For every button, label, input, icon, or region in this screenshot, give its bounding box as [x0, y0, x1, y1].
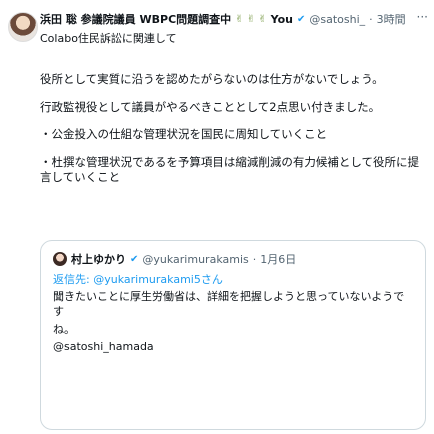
tweet: 浜田 聡 参議院議員 WBPC問題調査中 ✌ ✌ ✌ You ✔ @satosh…	[0, 0, 434, 434]
tweet-text: 役所として実質に沿うを認めたがらないのは仕方がないでしょう。 行政監視役として議…	[40, 72, 430, 198]
more-options-icon[interactable]: ···	[417, 10, 428, 24]
verified-icon: ✔	[130, 253, 139, 265]
quoted-tweet[interactable]: 村上ゆかり ✔ @yukarimurakamis · 1月6日 返信先: @yu…	[40, 240, 426, 430]
quote-time[interactable]: 1月6日	[260, 251, 296, 267]
quote-reply-prefix: 返信先:	[53, 273, 90, 286]
verified-icon: ✔	[296, 13, 306, 25]
author-name-suffix[interactable]: You	[271, 13, 293, 26]
author-name[interactable]: 浜田 聡 参議院議員 WBPC問題調査中	[40, 11, 231, 27]
quote-header: 村上ゆかり ✔ @yukarimurakamis · 1月6日	[53, 251, 296, 267]
quote-text: 聞きたいことに厚生労働省は、詳細を把握しようと思っていないようです ね。 @sa…	[53, 289, 413, 357]
separator-dot: ·	[369, 12, 373, 26]
author-handle[interactable]: @satoshi_	[309, 13, 365, 26]
quote-mention[interactable]: @satoshi_hamada	[53, 339, 413, 354]
quote-line: 聞きたいことに厚生労働省は、詳細を把握しようと思っていないようです	[53, 290, 405, 319]
quote-author-name[interactable]: 村上ゆかり	[71, 251, 126, 267]
author-avatar[interactable]	[8, 12, 38, 42]
tweet-paragraph: ・公金投入の仕組な管理状況を国民に周知していくこと	[40, 127, 328, 142]
reply-context: Colabo住民訴訟に関連して	[40, 32, 177, 45]
tweet-paragraph: 役所として実質に沿うを認めたがらないのは仕方がないでしょう。	[40, 72, 384, 86]
tweet-paragraph: ・杜撰な管理状況であるを予算項目は縮減削減の有力候補として役所に提言していくこと	[40, 154, 420, 185]
quote-line: ね。	[53, 322, 75, 336]
quote-reply-to: 返信先: @yukarimurakami5さん	[53, 271, 223, 287]
quote-handle[interactable]: @yukarimurakamis	[142, 253, 248, 266]
separator-dot: ·	[252, 252, 257, 266]
tweet-header: 浜田 聡 参議院議員 WBPC問題調査中 ✌ ✌ ✌ You ✔ @satosh…	[40, 10, 432, 28]
tweet-time[interactable]: 3時間	[377, 11, 406, 27]
quote-avatar[interactable]	[53, 252, 67, 266]
author-emoji: ✌ ✌ ✌	[235, 13, 267, 25]
quote-reply-handle[interactable]: @yukarimurakami5さん	[93, 273, 223, 286]
tweet-paragraph: 行政監視役として議員がやるべきこととして2点思い付きました。	[40, 99, 381, 114]
